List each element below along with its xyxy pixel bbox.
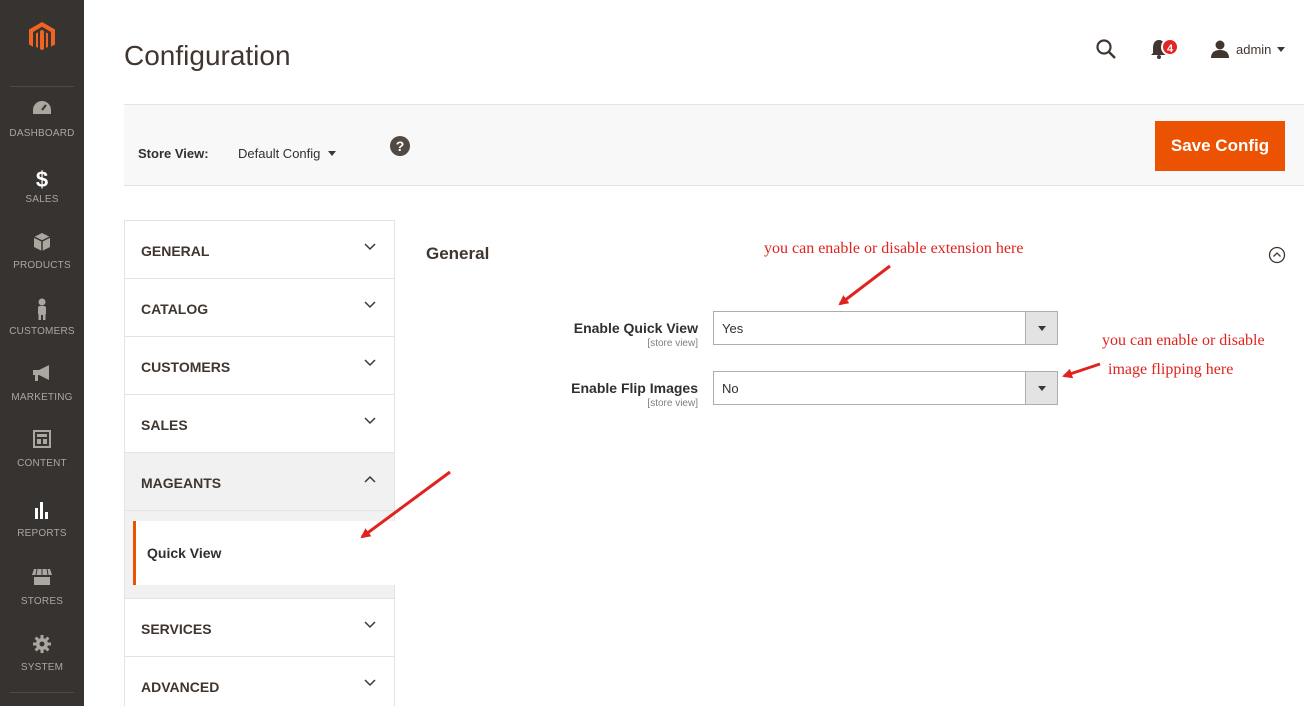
annotation-arrows <box>360 264 1101 539</box>
arrow-to-quick-view-select <box>838 264 891 306</box>
arrow-to-quick-view-tab <box>360 470 451 539</box>
arrow-to-flip-images-select <box>1062 362 1101 379</box>
